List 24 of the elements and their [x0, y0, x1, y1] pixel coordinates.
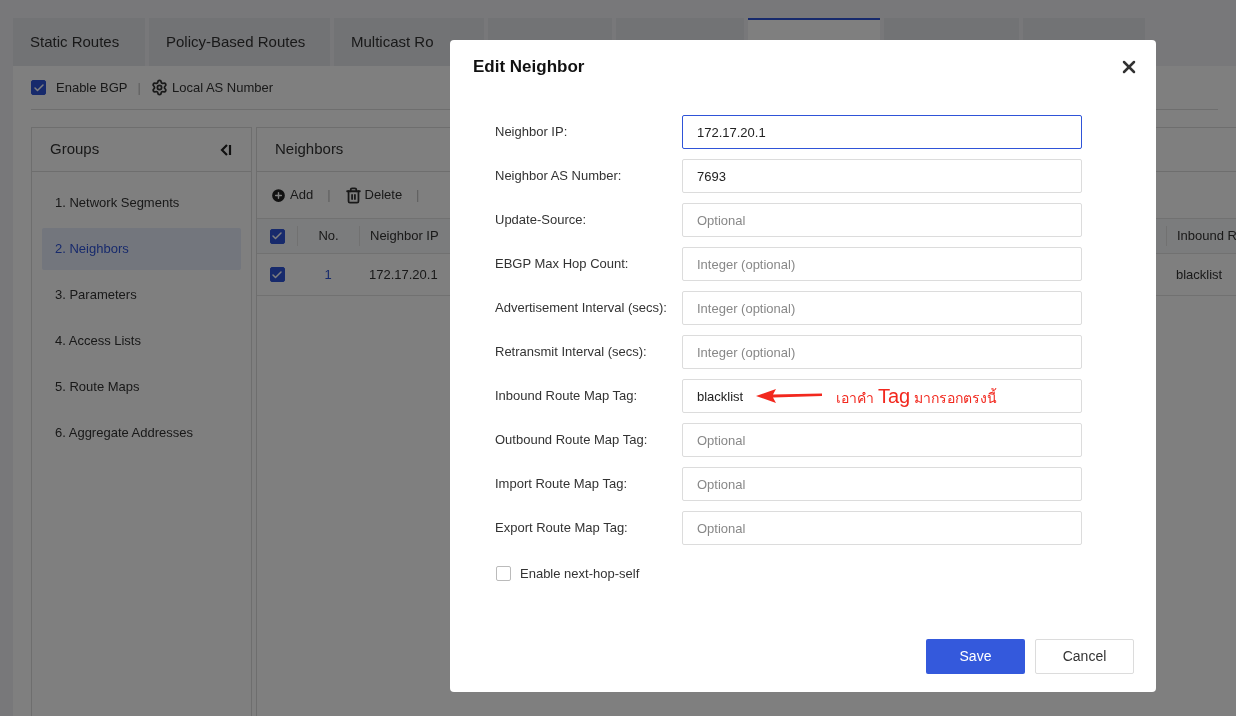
column-header: No.: [318, 228, 339, 244]
table-cell: 172.17.20.1: [369, 266, 438, 282]
column-header: Inbound R: [1177, 228, 1236, 244]
table-cell: 1: [324, 266, 332, 282]
field-label: Inbound Route Map Tag:: [495, 387, 639, 406]
field-label: EBGP Max Hop Count:: [495, 255, 630, 274]
panel-title: Neighbors: [275, 139, 344, 160]
panel-title: Groups: [50, 139, 100, 160]
field-label: Import Route Map Tag:: [495, 475, 628, 494]
checkbox-label: Enable BGP: [56, 78, 128, 97]
field-label: Advertisement Interval (secs):: [495, 299, 668, 318]
annotation-text: เอาคำ Tag มากรอกตรงนี้: [836, 384, 998, 409]
field-label: Export Route Map Tag:: [495, 519, 629, 538]
field-label: Update-Source:: [495, 211, 588, 230]
column-header: Neighbor IP: [370, 228, 439, 244]
separator: |: [327, 186, 331, 205]
separator: |: [416, 186, 420, 205]
field-label: Outbound Route Map Tag:: [495, 431, 649, 450]
checkbox-label: Enable next-hop-self: [520, 565, 640, 583]
separator: |: [137, 78, 141, 97]
field-label: Retransmit Interval (secs):: [495, 343, 648, 362]
field-label: Neighbor IP:: [495, 123, 569, 142]
field-label: Neighbor AS Number:: [495, 167, 623, 186]
table-cell: blacklist: [1176, 266, 1223, 282]
